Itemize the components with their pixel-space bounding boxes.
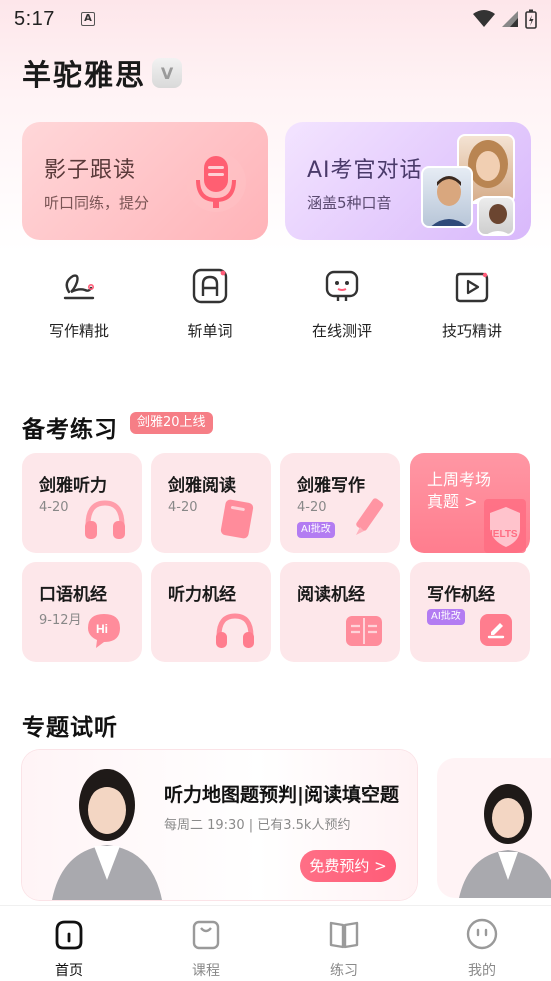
quick-label: 在线测评: [311, 322, 372, 340]
quick-item-vocabulary[interactable]: 斩单词: [155, 266, 265, 341]
status-bar: 5:17 A: [0, 0, 551, 38]
status-time: 5:17: [14, 7, 55, 30]
tab-label: 首页: [55, 963, 83, 979]
tile-title: 剑雅听力: [39, 476, 107, 496]
bottom-tab-bar: 首页 课程 练习 我的: [0, 905, 551, 981]
tile-cambridge-reading[interactable]: 剑雅阅读 4-20: [151, 453, 271, 553]
shadow-reading-title: 影子跟读: [44, 158, 137, 183]
free-booking-button[interactable]: 免费预约 >: [300, 850, 396, 882]
teacher-avatar: [52, 769, 162, 900]
tile-title-line1: 上周考场: [427, 470, 492, 489]
tile-listening-predictions[interactable]: 听力机经: [151, 562, 271, 662]
quick-label: 技巧精讲: [441, 322, 502, 340]
examiner-avatar-man: [421, 166, 473, 228]
microphone-icon: [186, 152, 246, 212]
hi-text: Hi: [96, 622, 108, 636]
quick-label: 写作精批: [48, 322, 109, 340]
tile-title: 剑雅写作: [297, 476, 365, 496]
practice-section-title: 备考练习: [22, 417, 118, 443]
tab-label: 课程: [192, 963, 220, 979]
headphones-icon: [216, 613, 254, 648]
status-icons: [473, 9, 537, 29]
teacher-avatar: [459, 784, 551, 898]
tile-sub: 4-20: [39, 500, 69, 515]
vip-badge-icon[interactable]: V: [152, 58, 183, 88]
tile-title: 写作机经: [427, 585, 495, 605]
pen-signature-icon: [63, 274, 95, 300]
notification-a-icon: A: [80, 12, 95, 26]
course-meta: 每周二 19:30 | 已有3.5k人预约: [164, 818, 351, 833]
examiner-avatars: [421, 134, 521, 236]
pencil-icon: [356, 498, 384, 535]
quick-item-writing-review[interactable]: 写作精批: [24, 266, 134, 341]
wifi-icon: [473, 10, 495, 27]
speech-bubble-icon: Hi: [88, 614, 120, 648]
quick-label: 斩单词: [187, 322, 233, 340]
course-title: 听力地图题预判|阅读填空题: [164, 784, 399, 806]
ai-examiner-subtitle: 涵盖5种口音: [307, 194, 392, 212]
face-icon: [466, 918, 498, 950]
tile-title: 阅读机经: [297, 585, 365, 605]
quick-item-skills[interactable]: 技巧精讲: [417, 266, 527, 341]
ielts-book-icon: IELTS: [484, 499, 526, 553]
tile-title: 剑雅阅读: [168, 476, 236, 496]
tile-sub: 4-20: [297, 500, 327, 515]
ai-examiner-card[interactable]: AI考官对话 涵盖5种口音: [285, 122, 531, 240]
robot-icon: [325, 270, 359, 301]
tile-cambridge-writing[interactable]: 剑雅写作 4-20 AI批改: [280, 453, 400, 553]
tile-title: 听力机经: [168, 585, 236, 605]
letter-a-icon: [192, 268, 228, 304]
shadow-reading-card[interactable]: 影子跟读 听口同练，提分: [22, 122, 268, 240]
tab-home[interactable]: 首页: [29, 916, 109, 980]
ai-review-badge: AI批改: [297, 522, 335, 538]
tile-sub: 4-20: [168, 500, 198, 515]
open-book-icon: [346, 616, 382, 646]
quick-item-online-test[interactable]: 在线测评: [287, 266, 397, 341]
tab-label: 我的: [468, 963, 496, 979]
tile-speaking-predictions[interactable]: 口语机经 9-12月 Hi: [22, 562, 142, 662]
home-icon: [55, 920, 83, 950]
edit-square-icon: [480, 614, 512, 646]
examiner-avatar-man2: [477, 196, 515, 236]
new-edition-badge: 剑雅20上线: [130, 412, 213, 434]
notebook-icon: [220, 499, 254, 539]
tile-sub: 9-12月: [39, 613, 82, 628]
tile-reading-predictions[interactable]: 阅读机经: [280, 562, 400, 662]
ielts-text: IELTS: [490, 529, 518, 540]
tab-practice[interactable]: 练习: [304, 916, 384, 980]
brand-name: 羊驼雅思: [22, 58, 147, 92]
tab-courses[interactable]: 课程: [166, 916, 246, 980]
tab-profile[interactable]: 我的: [442, 916, 522, 980]
tile-title: 口语机经: [39, 585, 107, 605]
headphones-icon: [85, 500, 125, 539]
quick-actions: 写作精批 斩单词 在线测评 技巧精讲: [0, 266, 551, 346]
ai-examiner-title: AI考官对话: [307, 158, 423, 183]
tile-writing-predictions[interactable]: 写作机经 AI批改: [410, 562, 530, 662]
tile-last-week-exam[interactable]: 上周考场 真题 > IELTS: [410, 453, 530, 553]
ai-review-badge: AI批改: [427, 609, 465, 625]
signal-icon: [502, 11, 518, 27]
brand-header: 羊驼雅思 V: [22, 52, 183, 94]
course-card-next[interactable]: [437, 758, 551, 898]
topics-section-title: 专题试听: [22, 715, 118, 741]
tile-cambridge-listening[interactable]: 剑雅听力 4-20: [22, 453, 142, 553]
battery-icon: [525, 9, 537, 29]
shadow-reading-subtitle: 听口同练，提分: [44, 194, 150, 212]
bag-icon: [192, 920, 220, 950]
tab-label: 练习: [330, 963, 358, 979]
book-icon: [329, 921, 359, 949]
play-icon: [455, 272, 489, 303]
course-card[interactable]: 听力地图题预判|阅读填空题 每周二 19:30 | 已有3.5k人预约 免费预约…: [22, 750, 417, 900]
